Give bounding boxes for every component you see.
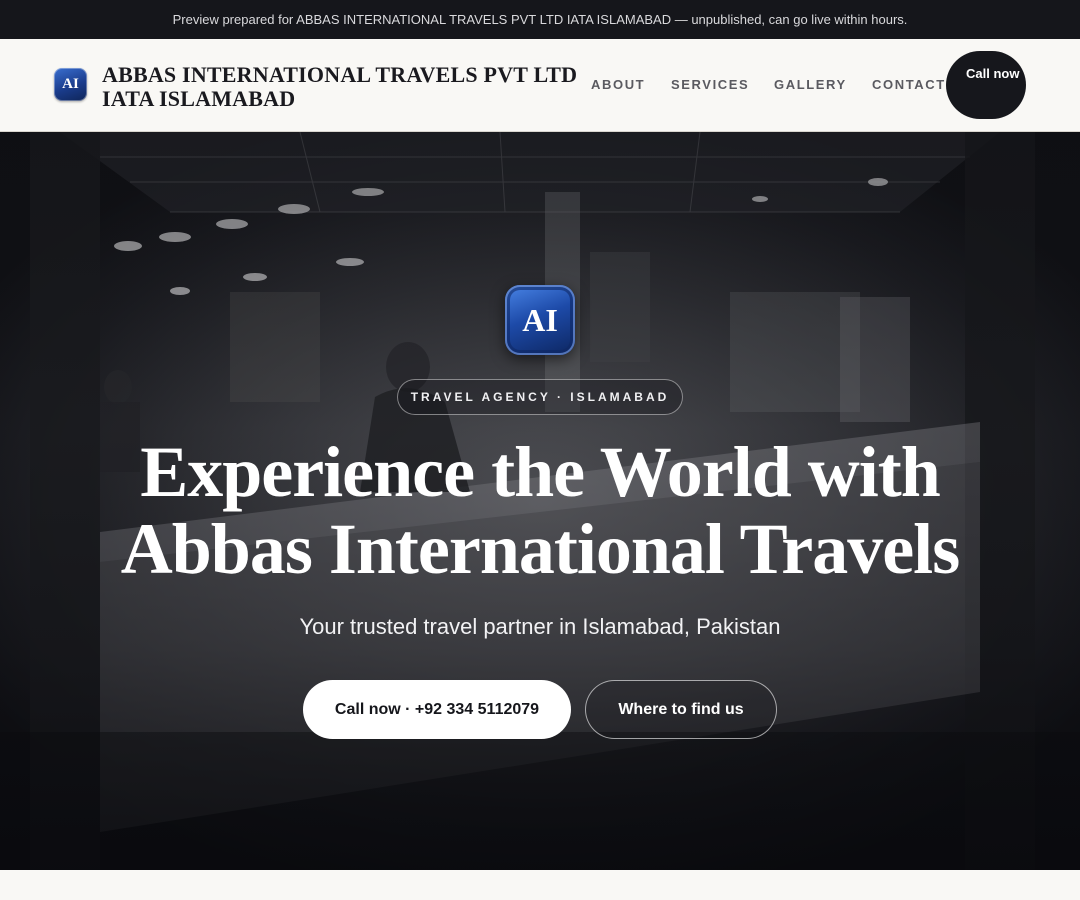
- nav-about-link[interactable]: ABOUT: [591, 77, 645, 92]
- where-to-find-us-button[interactable]: Where to find us: [585, 680, 777, 739]
- call-now-button[interactable]: Call now · +92 334 5112079: [303, 680, 571, 739]
- next-section-edge: [0, 870, 1080, 900]
- brand-name[interactable]: ABBAS INTERNATIONAL TRAVELS PVT LTD IATA…: [102, 63, 592, 111]
- hero-subtitle: Your trusted travel partner in Islamabad…: [299, 614, 781, 639]
- hero-logo-icon: AI: [505, 285, 575, 355]
- site-header: AI ABBAS INTERNATIONAL TRAVELS PVT LTD I…: [0, 39, 1080, 132]
- brand-logo-icon[interactable]: AI: [54, 68, 87, 101]
- announcement-text: Preview prepared for ABBAS INTERNATIONAL…: [172, 12, 908, 27]
- announcement-bar: Preview prepared for ABBAS INTERNATIONAL…: [0, 0, 1080, 39]
- nav-contact-link[interactable]: CONTACT: [872, 77, 946, 92]
- header-call-button[interactable]: Call now: [946, 51, 1026, 119]
- hero-title: Experience the World with Abbas Internat…: [120, 432, 960, 589]
- hero-eyebrow-badge: TRAVEL AGENCY · ISLAMABAD: [397, 379, 683, 415]
- nav-services-link[interactable]: SERVICES: [671, 77, 749, 92]
- hero-section: AI TRAVEL AGENCY · ISLAMABAD Experience …: [0, 132, 1080, 870]
- nav-gallery-link[interactable]: GALLERY: [774, 77, 847, 92]
